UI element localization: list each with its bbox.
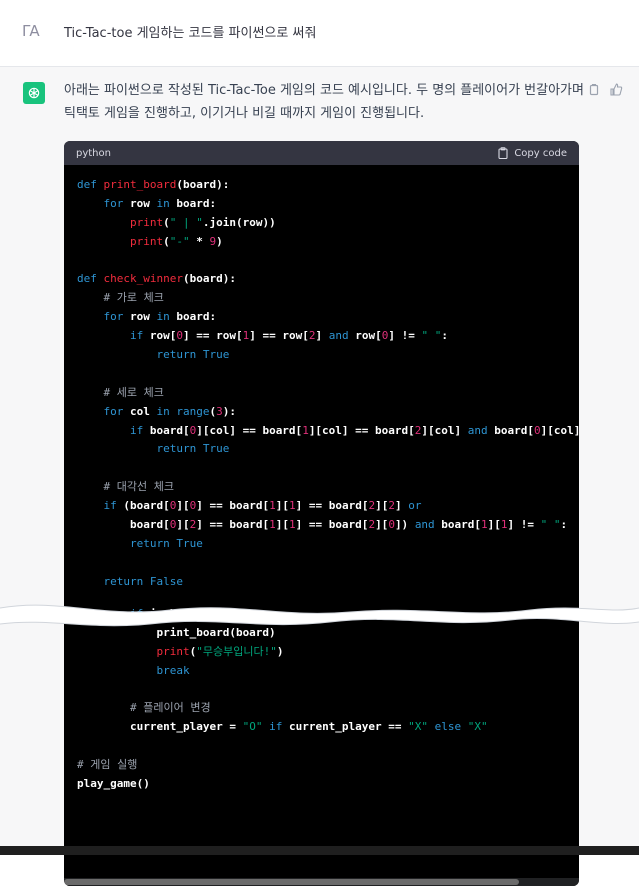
code-line: return True xyxy=(156,348,230,362)
code-line: # 플레이어 변경 xyxy=(129,701,211,715)
thumbs-up-icon[interactable] xyxy=(610,83,623,100)
user-avatar: ΓA xyxy=(22,22,40,40)
code-line: # 대각선 체크 xyxy=(103,480,174,494)
code-line: play_game() xyxy=(77,777,150,791)
assistant-message-row: 아래는 파이썬으로 작성된 Tic-Tac-Toe 게임의 코드 예시입니다. … xyxy=(0,67,639,886)
code-scrollbar-thumb[interactable] xyxy=(64,879,519,885)
code-line: # 게임 실행 xyxy=(77,758,138,772)
code-line: print("-" * 9) xyxy=(129,234,223,248)
code-line: return True xyxy=(129,536,203,550)
code-lines-bottom: if is_board_ print_board(board) print("무… xyxy=(77,605,488,794)
code-line: print("무승부입니다!") xyxy=(156,644,284,658)
bottom-edge-bar xyxy=(0,846,639,855)
code-block: python Copy code def print_board(board):… xyxy=(64,141,579,886)
code-line: # 세로 체크 xyxy=(103,385,164,399)
user-message-row: ΓA Tic-Tac-toe 게임하는 코드를 파이썬으로 써줘 xyxy=(0,0,639,67)
code-line: if row[0] == row[1] == row[2] and row[0]… xyxy=(129,329,448,343)
code-line: if (board[0][0] == board[1][1] == board[… xyxy=(103,499,422,513)
code-line: board[0][2] == board[1][1] == board[2][0… xyxy=(77,518,568,532)
code-area: def print_board(board): for row in board… xyxy=(64,165,579,886)
code-line: def check_winner(board): xyxy=(77,272,236,286)
assistant-logo-icon xyxy=(23,82,45,104)
clipboard-icon xyxy=(498,147,508,159)
code-scrollbar-track[interactable] xyxy=(64,878,579,886)
code-line: for row in board: xyxy=(103,196,217,210)
code-line: break xyxy=(156,663,190,677)
code-line: if board[0][col] == board[1][col] == boa… xyxy=(129,423,579,437)
copy-code-button[interactable]: Copy code xyxy=(498,147,567,159)
copy-code-label: Copy code xyxy=(514,147,567,159)
code-block-header: python Copy code xyxy=(64,141,579,165)
code-line: for row in board: xyxy=(103,310,217,324)
code-line: return False xyxy=(103,574,184,588)
code-line: # 가로 체크 xyxy=(103,291,164,305)
copy-icon[interactable] xyxy=(588,83,600,100)
code-line: print(" | ".join(row)) xyxy=(129,215,276,229)
code-line: current_player = "O" if current_player =… xyxy=(77,720,488,734)
code-line: def print_board(board): xyxy=(77,178,230,191)
code-lines-top: def print_board(board): for row in board… xyxy=(77,176,579,592)
message-actions xyxy=(588,83,623,100)
code-language-label: python xyxy=(76,147,111,159)
assistant-intro-text: 아래는 파이썬으로 작성된 Tic-Tac-Toe 게임의 코드 예시입니다. … xyxy=(64,83,584,121)
user-prompt-text: Tic-Tac-toe 게임하는 코드를 파이썬으로 써줘 xyxy=(64,26,317,41)
code-line: for col in range(3): xyxy=(103,404,237,418)
torn-page-divider xyxy=(0,604,639,627)
code-line: return True xyxy=(156,442,230,456)
